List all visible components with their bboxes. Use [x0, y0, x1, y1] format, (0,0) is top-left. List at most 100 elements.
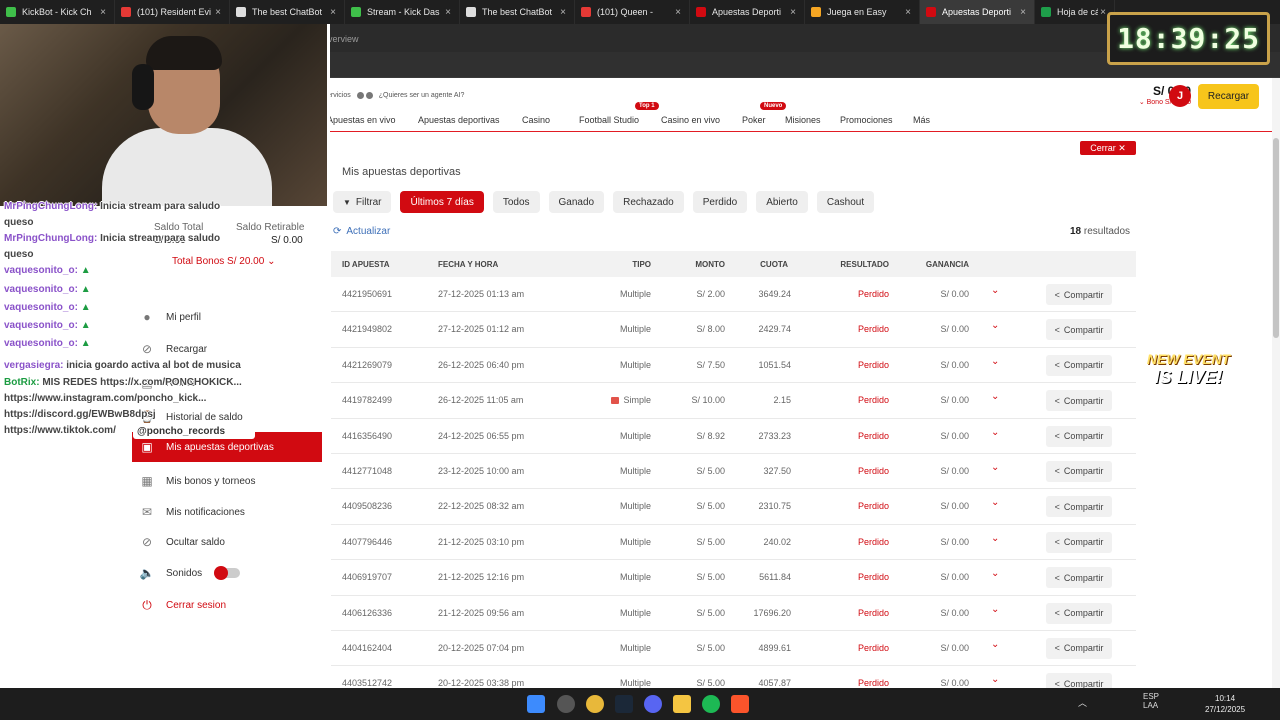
filter-chip[interactable]: Últimos 7 días	[400, 191, 484, 213]
expand-chevron-icon[interactable]: ⌄	[991, 320, 999, 331]
close-tab-icon[interactable]: ×	[98, 7, 108, 18]
expand-chevron-icon[interactable]: ⌄	[991, 533, 999, 544]
menu-item[interactable]: ⊘ Recargar	[140, 342, 330, 356]
nav-item[interactable]: Football Studio Top 1	[579, 102, 659, 125]
avatar[interactable]: J	[1169, 85, 1191, 107]
bet-odds: 4057.87	[758, 678, 791, 688]
nav-item[interactable]: Promociones	[840, 114, 893, 125]
close-tab-icon[interactable]: ×	[443, 7, 453, 18]
menu-item[interactable]: ⌚ Historial de saldo	[140, 410, 330, 424]
refresh-icon: ⊘	[141, 342, 153, 356]
expand-chevron-icon[interactable]: ⌄	[991, 356, 999, 367]
browser-tab[interactable]: Apuestas Deporti ×	[920, 0, 1035, 24]
filter-chip[interactable]: Ganado	[548, 191, 605, 213]
chat-message: https://discord.gg/EWBwB8dpsj	[4, 409, 156, 420]
bet-gain: S/ 0.00	[940, 678, 969, 688]
nav-item[interactable]: Casino	[522, 114, 550, 125]
menu-item[interactable]: ● Mi perfil	[140, 310, 330, 324]
browser-tab[interactable]: (101) Queen - ×	[575, 0, 690, 24]
expand-chevron-icon[interactable]: ⌄	[991, 462, 999, 473]
share-button[interactable]: < Compartir	[1046, 425, 1112, 447]
main-nav: Apuestas en vivo Apuestas deportivas Casin…	[327, 102, 1280, 132]
menu-item[interactable]: 🔈 Sonidos	[140, 566, 330, 580]
browser-tab[interactable]: KickBot - Kick Ch ×	[0, 0, 115, 24]
new-event-line2: IS LIVE!	[1154, 367, 1223, 387]
nav-item[interactable]: Casino en vivo	[661, 114, 720, 125]
share-button[interactable]: < Compartir	[1046, 567, 1112, 589]
menu-item[interactable]: ▦ Mis bonos y torneos	[140, 474, 330, 488]
share-icon: <	[1054, 608, 1060, 619]
expand-chevron-icon[interactable]: ⌄	[991, 391, 999, 402]
bet-odds: 3649.24	[758, 289, 791, 299]
nav-item[interactable]: Apuestas en vivo	[327, 114, 396, 125]
nav-item[interactable]: Apuestas deportivas	[418, 114, 500, 125]
close-tab-icon[interactable]: ×	[328, 7, 338, 18]
menu-item[interactable]: ⊘ Ocultar saldo	[140, 535, 330, 549]
start-icon[interactable]	[527, 695, 545, 713]
chat-message: queso	[4, 217, 34, 228]
table-row: 4416356490 24-12-2025 06:55 pm Multiple S/ …	[331, 419, 1136, 454]
steam-icon[interactable]	[615, 695, 633, 713]
share-button[interactable]: < Compartir	[1046, 319, 1112, 341]
expand-chevron-icon[interactable]: ⌄	[991, 604, 999, 615]
filter-chip[interactable]: Cashout	[816, 191, 875, 213]
close-tab-icon[interactable]: ×	[673, 7, 683, 18]
cerrar-button[interactable]: Cerrar ✕	[1080, 141, 1136, 155]
clock-tray[interactable]: 10:14 27/12/2025	[1205, 693, 1245, 715]
browser-tab[interactable]: The best ChatBot ×	[230, 0, 345, 24]
recargar-button[interactable]: Recargar	[1198, 84, 1259, 109]
browser-tab[interactable]: Juega en Easy ×	[805, 0, 920, 24]
close-tab-icon[interactable]: ×	[213, 7, 223, 18]
share-button[interactable]: < Compartir	[1046, 460, 1112, 482]
share-button[interactable]: < Compartir	[1046, 496, 1112, 518]
chrome-icon[interactable]	[586, 695, 604, 713]
browser-tab[interactable]: Hoja de cálculo×	[1035, 0, 1115, 24]
chat-emote-icon: ▲	[80, 320, 91, 331]
agent-ai-link[interactable]: ¿Quieres ser un agente AI?	[379, 92, 465, 99]
filter-chip[interactable]: Todos	[492, 191, 540, 213]
sound-toggle[interactable]	[214, 566, 241, 580]
close-tab-icon[interactable]: ×	[903, 7, 913, 18]
folder-icon[interactable]	[673, 695, 691, 713]
nav-item[interactable]: Poker Nuevo	[742, 102, 787, 125]
expand-chevron-icon[interactable]: ⌄	[991, 639, 999, 650]
expand-chevron-icon[interactable]: ⌄	[991, 497, 999, 508]
menu-item[interactable]: ✉ Mis notificaciones	[140, 505, 330, 519]
app-icon[interactable]	[557, 695, 575, 713]
bet-amount: S/ 10.00	[691, 395, 725, 406]
scroll-thumb[interactable]	[1273, 138, 1279, 338]
filter-chip[interactable]: Rechazado	[613, 191, 684, 213]
filter-button[interactable]: ▼ Filtrar	[333, 191, 392, 213]
expand-chevron-icon[interactable]: ⌄	[991, 427, 999, 438]
share-button[interactable]: < Compartir	[1046, 284, 1112, 305]
share-icon: <	[1054, 431, 1060, 442]
browser-tab[interactable]: The best ChatBot ×	[460, 0, 575, 24]
lang-indicator[interactable]: ESP LAA	[1143, 692, 1159, 710]
toggle-dots-icon[interactable]	[356, 92, 373, 99]
filter-chip[interactable]: Abierto	[756, 191, 808, 213]
tray-chevron-icon[interactable]: ︿	[1078, 696, 1087, 709]
actualizar-link[interactable]: ⟳ Actualizar	[333, 226, 390, 237]
menu-item[interactable]: ⏻ Cerrar sesion	[140, 598, 330, 612]
browser-tab[interactable]: Stream - Kick Das ×	[345, 0, 460, 24]
close-tab-icon[interactable]: ×	[558, 7, 568, 18]
expand-chevron-icon[interactable]: ⌄	[991, 568, 999, 579]
nav-item[interactable]: Más	[913, 114, 930, 125]
discord-icon[interactable]	[644, 695, 662, 713]
browser-tab[interactable]: (101) Resident Evi ×	[115, 0, 230, 24]
share-button[interactable]: < Compartir	[1046, 531, 1112, 553]
bet-id: 4419782499	[342, 395, 393, 406]
close-tab-icon[interactable]: ×	[788, 7, 798, 18]
close-tab-icon[interactable]: ×	[1018, 7, 1028, 18]
share-button[interactable]: < Compartir	[1046, 673, 1112, 688]
expand-chevron-icon[interactable]: ⌄	[991, 285, 999, 296]
filter-chip[interactable]: Perdido	[692, 191, 748, 213]
share-button[interactable]: < Compartir	[1046, 602, 1112, 624]
total-bonos[interactable]: Total Bonos S/ 20.00 ⌄	[172, 256, 275, 267]
brave-icon[interactable]	[731, 695, 749, 713]
spotify-icon[interactable]	[702, 695, 720, 713]
browser-tab[interactable]: Apuestas Deporti ×	[690, 0, 805, 24]
nav-item[interactable]: Misiones	[785, 114, 821, 125]
share-button[interactable]: < Compartir	[1046, 637, 1112, 659]
expand-chevron-icon[interactable]: ⌄	[991, 674, 999, 685]
